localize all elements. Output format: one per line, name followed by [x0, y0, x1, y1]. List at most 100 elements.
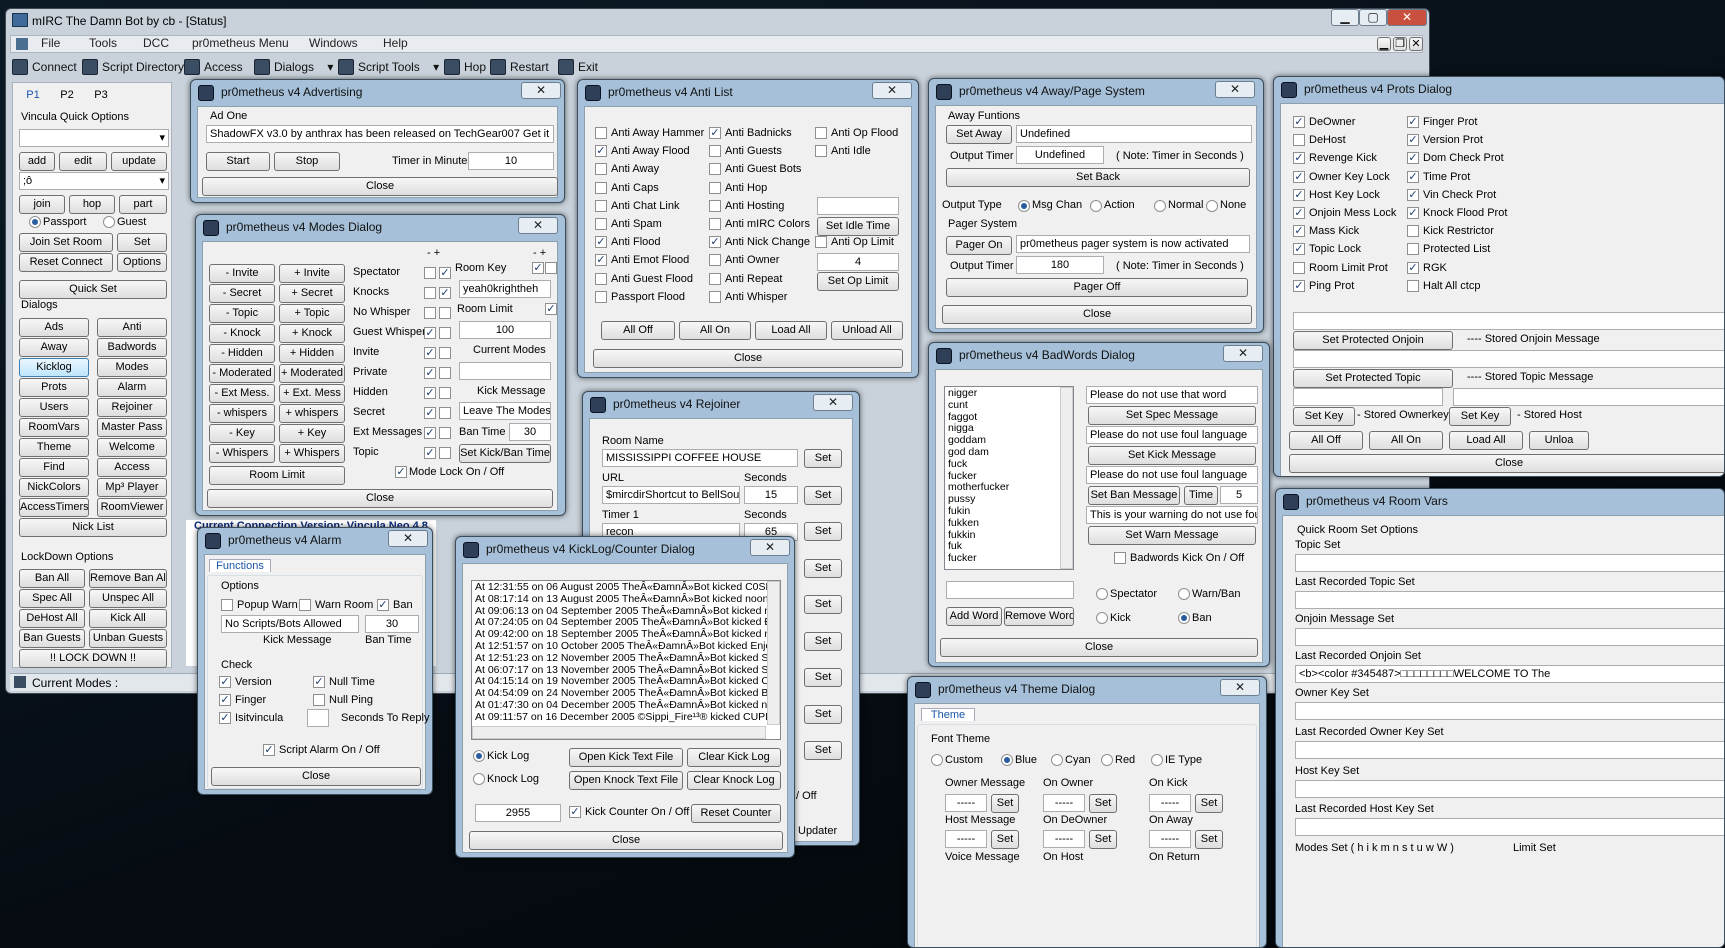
topic-input[interactable]: [1293, 350, 1724, 368]
close-button[interactable]: Close: [202, 177, 558, 196]
mode-minus-button[interactable]: - Whispers: [209, 444, 275, 463]
anti-check[interactable]: [709, 218, 721, 230]
tab-p2[interactable]: P2: [55, 89, 79, 101]
lockdown-ban-all-button[interactable]: Ban All: [19, 569, 85, 588]
mode-minus-button[interactable]: - Invite: [209, 264, 275, 283]
rejoiner-set-button[interactable]: Set: [804, 558, 842, 578]
url-seconds-input[interactable]: 15: [744, 486, 798, 504]
onjoin-set-input[interactable]: [1295, 628, 1724, 646]
edit-button[interactable]: edit: [59, 152, 107, 171]
anti-check[interactable]: ✓: [595, 236, 607, 249]
seconds-reply-input[interactable]: [307, 709, 329, 727]
mode-plus-check[interactable]: ✓: [439, 267, 451, 279]
set-spec-message-button[interactable]: Set Spec Message: [1088, 406, 1256, 425]
anti-check[interactable]: ✓: [595, 145, 607, 158]
mode-minus-check[interactable]: ✓: [424, 367, 436, 379]
kick-log-entry[interactable]: At 12:51:23 on 12 November 2005 TheÂ«Ðam…: [475, 652, 780, 665]
action-radio[interactable]: [1090, 200, 1102, 212]
kick-counter-input[interactable]: 2955: [475, 804, 561, 822]
anti-check[interactable]: [815, 127, 827, 139]
alarm-ban-time-input[interactable]: 30: [365, 615, 419, 633]
close-button[interactable]: Close: [940, 638, 1258, 657]
menu-dcc[interactable]: DCC: [143, 36, 169, 50]
kick-counter-check[interactable]: ✓: [569, 806, 581, 818]
set-idle-time-button[interactable]: Set Idle Time: [817, 217, 899, 236]
prot-check[interactable]: ✓: [1407, 134, 1419, 147]
version-check[interactable]: ✓: [219, 676, 231, 688]
mode-plus-check[interactable]: [439, 387, 451, 399]
dialog-mp-player-button[interactable]: Mp³ Player: [97, 478, 167, 497]
anti-check[interactable]: [815, 145, 827, 158]
toolbar-script-tools[interactable]: Script Tools ▾: [338, 59, 439, 75]
mode-minus-button[interactable]: - Key: [209, 424, 275, 443]
popup-warn-check[interactable]: [221, 599, 233, 611]
all-on-button[interactable]: All On: [679, 321, 751, 340]
menu-file[interactable]: File: [41, 36, 60, 50]
add-word-input[interactable]: [946, 581, 1074, 599]
toolbar-exit[interactable]: Exit: [558, 59, 598, 75]
close-button[interactable]: Close: [211, 767, 421, 786]
pager-on-button[interactable]: Pager On: [946, 236, 1012, 255]
anti-check[interactable]: ✓: [709, 236, 721, 249]
mode-plus-button[interactable]: + Hidden: [279, 344, 345, 363]
dialog-roomvars-button[interactable]: RoomVars: [19, 418, 89, 437]
mode-minus-button[interactable]: - Knock: [209, 324, 275, 343]
mode-minus-button[interactable]: - Topic: [209, 304, 275, 323]
badword-item[interactable]: fuck: [948, 458, 1070, 471]
normal-radio[interactable]: [1154, 200, 1166, 212]
reset-connect-button[interactable]: Reset Connect: [19, 253, 113, 272]
anti-check[interactable]: [595, 290, 607, 303]
mode-plus-button[interactable]: + Topic: [279, 304, 345, 323]
hop-button[interactable]: hop: [69, 195, 115, 214]
close-button[interactable]: Close: [942, 305, 1252, 324]
room-name-input[interactable]: MISSISSIPPI COFFEE HOUSE: [602, 449, 798, 467]
prot-check[interactable]: [1407, 279, 1419, 292]
prot-check[interactable]: [1407, 243, 1419, 256]
room-limit-check[interactable]: ✓: [545, 303, 557, 315]
mode-plus-button[interactable]: + Ext. Mess: [279, 384, 345, 403]
prot-check[interactable]: ✓: [1293, 243, 1305, 256]
onjoin-input[interactable]: [1293, 312, 1724, 330]
prot-check[interactable]: ✓: [1407, 188, 1419, 201]
spec-message-input[interactable]: Please do not use that word: [1086, 386, 1258, 404]
close-icon[interactable]: ✕: [750, 539, 790, 556]
add-button[interactable]: add: [19, 152, 55, 171]
timer-input[interactable]: 10: [468, 152, 554, 170]
room-key-input[interactable]: yeah0krightheh: [459, 280, 551, 298]
set-on-owner-button[interactable]: Set: [1089, 794, 1117, 813]
dialog-prots-button[interactable]: Prots: [19, 378, 89, 397]
on-kick-input[interactable]: -----: [1149, 794, 1191, 812]
room-key-minus-check[interactable]: ✓: [532, 262, 544, 274]
mode-minus-button[interactable]: - Secret: [209, 284, 275, 303]
nick-select[interactable]: ;ô ▾: [19, 172, 169, 190]
dialog-kicklog-button[interactable]: Kicklog: [19, 358, 89, 377]
set-protected-topic-button[interactable]: Set Protected Topic: [1293, 369, 1453, 388]
set-back-button[interactable]: Set Back: [946, 168, 1250, 187]
script-alarm-check[interactable]: ✓: [263, 744, 275, 756]
close-button[interactable]: ✕: [1387, 9, 1427, 26]
all-on-button[interactable]: All On: [1369, 431, 1443, 450]
kick-message-input[interactable]: Please do not use foul language: [1086, 426, 1258, 444]
mode-minus-button[interactable]: - Hidden: [209, 344, 275, 363]
mode-plus-check[interactable]: [439, 347, 451, 359]
anti-check[interactable]: [595, 181, 607, 194]
dialog-theme-button[interactable]: Theme: [19, 438, 89, 457]
none-radio[interactable]: [1206, 200, 1218, 212]
dialog-away-button[interactable]: Away: [19, 338, 89, 357]
url-input[interactable]: $mircdirShortcut to BellSouth: [602, 486, 740, 504]
rejoiner-set-button[interactable]: Set: [804, 631, 842, 651]
reset-counter-button[interactable]: Reset Counter: [691, 804, 781, 823]
mode-plus-check[interactable]: ✓: [439, 287, 451, 299]
set-on-kick-button[interactable]: Set: [1195, 794, 1223, 813]
lockdown-unspec-all-button[interactable]: Unspec All: [89, 589, 167, 608]
lockdown-spec-all-button[interactable]: Spec All: [19, 589, 85, 608]
set-on-away-button[interactable]: Set: [1195, 830, 1223, 849]
start-button[interactable]: Start: [206, 152, 270, 171]
ban-time-input[interactable]: 30: [509, 423, 551, 441]
badword-item[interactable]: fukin: [948, 505, 1070, 518]
load-all-button[interactable]: Load All: [755, 321, 827, 340]
load-all-button[interactable]: Load All: [1449, 431, 1523, 450]
anti-check[interactable]: [595, 127, 607, 139]
prot-check[interactable]: ✓: [1407, 170, 1419, 183]
prot-check[interactable]: ✓: [1293, 279, 1305, 292]
